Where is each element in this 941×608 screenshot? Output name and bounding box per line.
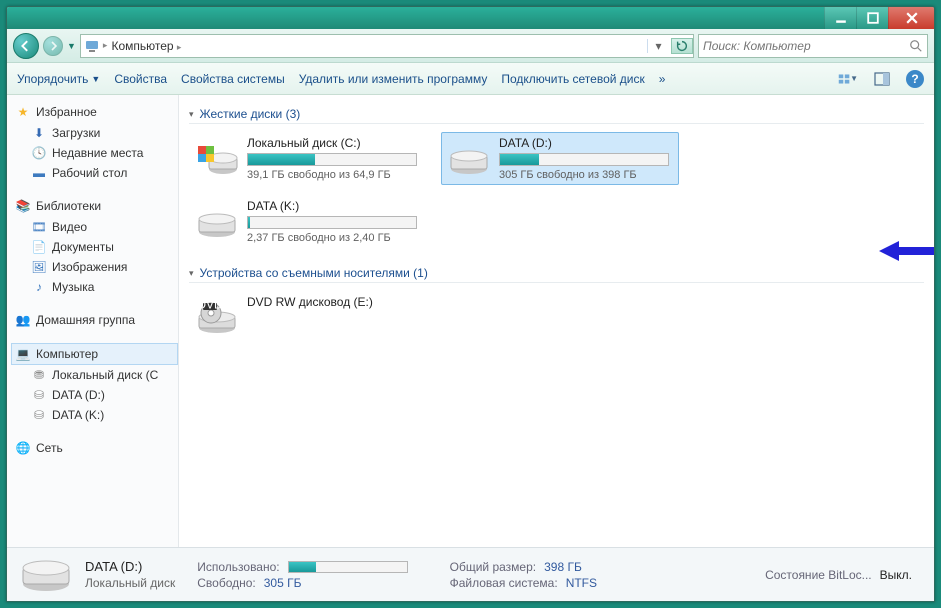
recent-icon: 🕓 [31,145,47,161]
drive-free-text: 305 ГБ свободно из 398 ГБ [499,169,669,181]
status-fs-value: NTFS [566,576,597,590]
view-mode-button[interactable]: ▼ [838,69,858,89]
drive-usage-bar [247,216,417,229]
drive-name: Локальный диск (C:) [247,136,417,150]
search-icon [909,39,923,53]
video-icon: 🎞 [31,219,47,235]
explorer-window: ▼ ▸ Компьютер ▸ ▾ Упорядочить ▼ Свойства… [6,6,935,602]
drive-item[interactable]: DVD DVD RW дисковод (E:) [189,291,427,343]
nav-row: ▼ ▸ Компьютер ▸ ▾ [7,29,934,63]
status-name: DATA (D:) [85,559,175,574]
address-bar[interactable]: ▸ Компьютер ▸ ▾ [80,34,694,58]
network-icon: 🌐 [15,440,31,456]
status-used-bar [288,561,408,573]
sidebar-favorites[interactable]: ★Избранное [11,101,178,123]
status-bitlocker-label: Состояние BitLoc... [765,568,872,582]
svg-text:DVD: DVD [197,298,223,312]
annotation-arrow-icon [879,240,934,262]
status-total-label: Общий размер: [450,560,536,574]
drive-item[interactable]: Локальный диск (C:) 39,1 ГБ свободно из 6… [189,132,427,185]
sidebar-local-c[interactable]: ⛃Локальный диск (С [11,365,178,385]
drive-icon [447,136,491,180]
sidebar-video[interactable]: 🎞Видео [11,217,178,237]
main-pane: ▾Жесткие диски (3) Локальный диск (C:) 39… [179,95,934,547]
search-box[interactable] [698,34,928,58]
toolbar: Упорядочить ▼ Свойства Свойства системы … [7,63,934,95]
sidebar-images[interactable]: 🖼Изображения [11,257,178,277]
refresh-button[interactable] [671,38,693,54]
status-free-value: 305 ГБ [264,576,302,590]
address-dropdown-icon[interactable]: ▾ [647,39,669,53]
group-removable[interactable]: ▾Устройства со съемными носителями (1) [189,266,924,283]
status-total-value: 398 ГБ [544,560,582,574]
homegroup-icon: 👥 [15,312,31,328]
download-icon: ⬇ [31,125,47,141]
drive-name: DATA (D:) [499,136,669,150]
uninstall-button[interactable]: Удалить или изменить программу [299,72,488,86]
drive-icon [195,199,239,243]
status-bitlocker-value: Выкл. [880,568,912,582]
status-used-label: Использовано: [197,560,279,574]
collapse-icon: ▾ [189,268,194,279]
close-button[interactable] [888,7,934,29]
search-input[interactable] [703,39,909,53]
star-icon: ★ [15,104,31,120]
preview-pane-button[interactable] [872,69,892,89]
help-button[interactable]: ? [906,70,924,88]
computer-icon [81,38,103,54]
hdd-icon: ⛁ [31,407,47,423]
status-bar: DATA (D:) Локальный диск Использовано: С… [7,547,934,601]
back-button[interactable] [13,33,39,59]
sidebar-data-d[interactable]: ⛁DATA (D:) [11,385,178,405]
titlebar [7,7,934,29]
document-icon: 📄 [31,239,47,255]
drive-free-text: 2,37 ГБ свободно из 2,40 ГБ [247,232,417,244]
body: ★Избранное ⬇Загрузки 🕓Недавние места ▬Ра… [7,95,934,547]
collapse-icon: ▾ [189,109,194,120]
hdd-icon: ⛁ [31,387,47,403]
minimize-button[interactable] [824,7,856,29]
status-type: Локальный диск [85,576,175,590]
forward-button[interactable] [43,36,63,56]
hdd-icon: ⛃ [31,367,47,383]
computer-icon: 💻 [15,346,31,362]
drive-name: DVD RW дисковод (E:) [247,295,373,309]
sidebar-network[interactable]: 🌐Сеть [11,437,178,459]
history-dropdown-icon[interactable]: ▼ [67,41,76,51]
system-properties-button[interactable]: Свойства системы [181,72,285,86]
sidebar-downloads[interactable]: ⬇Загрузки [11,123,178,143]
desktop-icon: ▬ [31,165,47,181]
map-network-drive-button[interactable]: Подключить сетевой диск [501,72,644,86]
drive-usage-bar [247,153,417,166]
status-free-label: Свободно: [197,576,256,590]
sidebar-recent[interactable]: 🕓Недавние места [11,143,178,163]
sidebar-homegroup[interactable]: 👥Домашняя группа [11,309,178,331]
sidebar: ★Избранное ⬇Загрузки 🕓Недавние места ▬Ра… [7,95,179,547]
drive-item[interactable]: DATA (K:) 2,37 ГБ свободно из 2,40 ГБ [189,195,427,248]
maximize-button[interactable] [856,7,888,29]
image-icon: 🖼 [31,259,47,275]
sidebar-computer[interactable]: 💻Компьютер [11,343,178,365]
drive-item[interactable]: DATA (D:) 305 ГБ свободно из 398 ГБ [441,132,679,185]
sidebar-music[interactable]: ♪Музыка [11,277,178,297]
status-fs-label: Файловая система: [450,576,558,590]
sidebar-documents[interactable]: 📄Документы [11,237,178,257]
sidebar-data-k[interactable]: ⛁DATA (K:) [11,405,178,425]
group-hard-disks[interactable]: ▾Жесткие диски (3) [189,107,924,124]
toolbar-overflow[interactable]: » [659,72,666,86]
music-icon: ♪ [31,279,47,295]
hdd-large-icon [19,554,73,596]
drive-usage-bar [499,153,669,166]
breadcrumb-item[interactable]: Компьютер ▸ [107,39,647,53]
organize-menu[interactable]: Упорядочить ▼ [17,72,100,86]
sidebar-desktop[interactable]: ▬Рабочий стол [11,163,178,183]
library-icon: 📚 [15,198,31,214]
sidebar-libraries[interactable]: 📚Библиотеки [11,195,178,217]
drive-icon [195,136,239,180]
properties-button[interactable]: Свойства [114,72,167,86]
dvd-icon: DVD [195,295,239,339]
drive-free-text: 39,1 ГБ свободно из 64,9 ГБ [247,169,417,181]
drive-name: DATA (K:) [247,199,417,213]
